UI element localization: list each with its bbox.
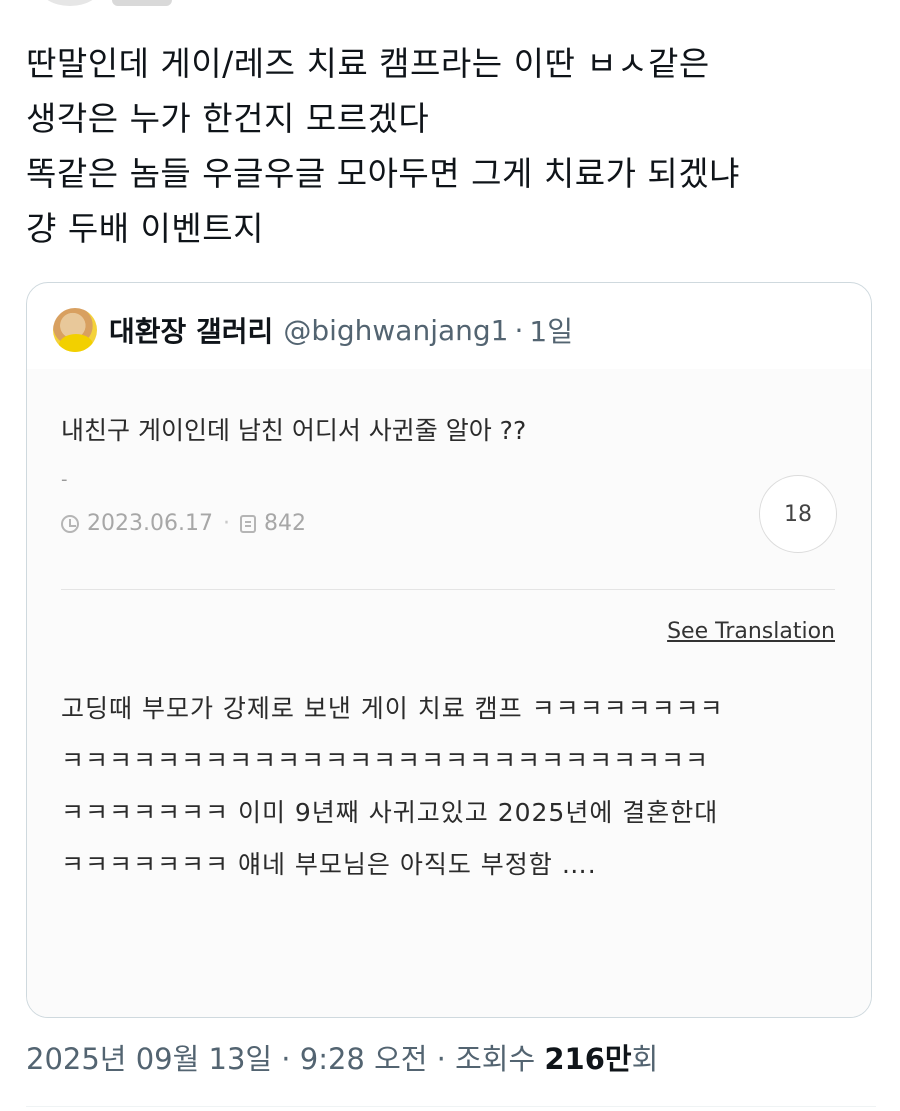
meta-separator: · (222, 511, 230, 536)
clock-icon (61, 514, 79, 533)
tweet-text-line: 생각은 누가 한건지 모르겠다 (26, 99, 430, 138)
quoted-author-name[interactable]: 대환장 갤러리 (109, 310, 273, 350)
tweet-text-line: 똑같은 놈들 우글우글 모아두면 그게 치료가 되겠냐 (26, 154, 740, 193)
header-separator: · (514, 313, 524, 347)
views-icon (239, 514, 256, 533)
tweet-timestamp[interactable]: 2025년 09월 13일 · 9:28 오전 · 조회수 (26, 1042, 544, 1076)
post-body-line: ㅋㅋㅋㅋㅋㅋㅋ 얘네 부모님은 아직도 부정함 …. (61, 850, 597, 879)
post-title: 내친구 게이인데 남친 어디서 사귄줄 알아 ?? (61, 416, 527, 445)
comment-count-badge: 18 (759, 475, 837, 553)
quoted-author-avatar[interactable] (53, 308, 97, 352)
quoted-tweet-time[interactable]: 1일 (529, 310, 573, 350)
author-name-fragment[interactable] (112, 0, 172, 6)
views-count: 216만 (544, 1042, 632, 1076)
avatar[interactable] (40, 0, 100, 6)
post-views: 842 (263, 511, 306, 536)
quoted-tweet-card[interactable]: 대환장 갤러리 @bighwanjang1 · 1일 내친구 게이인데 남친 어… (26, 282, 872, 1018)
quoted-tweet-header: 대환장 갤러리 @bighwanjang1 · 1일 (53, 305, 573, 355)
tweet-text-line: 걍 두배 이벤트지 (26, 209, 264, 248)
post-meta: 2023.06.17 · 842 (61, 511, 306, 536)
post-body: 고딩때 부모가 강제로 보낸 게이 치료 캠프 ㅋㅋㅋㅋㅋㅋㅋㅋ ㅋㅋㅋㅋㅋㅋㅋ… (61, 683, 841, 891)
post-date: 2023.06.17 (87, 511, 213, 536)
quoted-author-handle[interactable]: @bighwanjang1 (283, 314, 508, 347)
divider (26, 1106, 876, 1107)
post-body-line: 고딩때 부모가 강제로 보낸 게이 치료 캠프 ㅋㅋㅋㅋㅋㅋㅋㅋ (61, 694, 724, 723)
divider (61, 589, 835, 590)
embedded-screenshot: 내친구 게이인데 남친 어디서 사귄줄 알아 ?? - 2023.06.17 ·… (27, 369, 871, 1017)
tweet-text-line: 딴말인데 게이/레즈 치료 캠프라는 이딴 ㅂㅅ같은 (26, 44, 710, 83)
comment-count: 18 (784, 501, 812, 527)
see-translation-link: See Translation (667, 619, 835, 644)
post-body-line: ㅋㅋㅋㅋㅋㅋㅋㅋㅋㅋㅋㅋㅋㅋㅋㅋㅋㅋㅋㅋㅋㅋㅋㅋㅋㅋㅋ (61, 746, 710, 775)
views-suffix: 회 (631, 1042, 659, 1076)
tweet-text: 딴말인데 게이/레즈 치료 캠프라는 이딴 ㅂㅅ같은 생각은 누가 한건지 모르… (26, 36, 886, 256)
post-subtitle: - (61, 469, 68, 490)
tweet-timestamp-views: 2025년 09월 13일 · 9:28 오전 · 조회수 216만회 (26, 1036, 658, 1078)
post-body-line: ㅋㅋㅋㅋㅋㅋㅋ 이미 9년째 사귀고있고 2025년에 결혼한대 (61, 798, 719, 827)
